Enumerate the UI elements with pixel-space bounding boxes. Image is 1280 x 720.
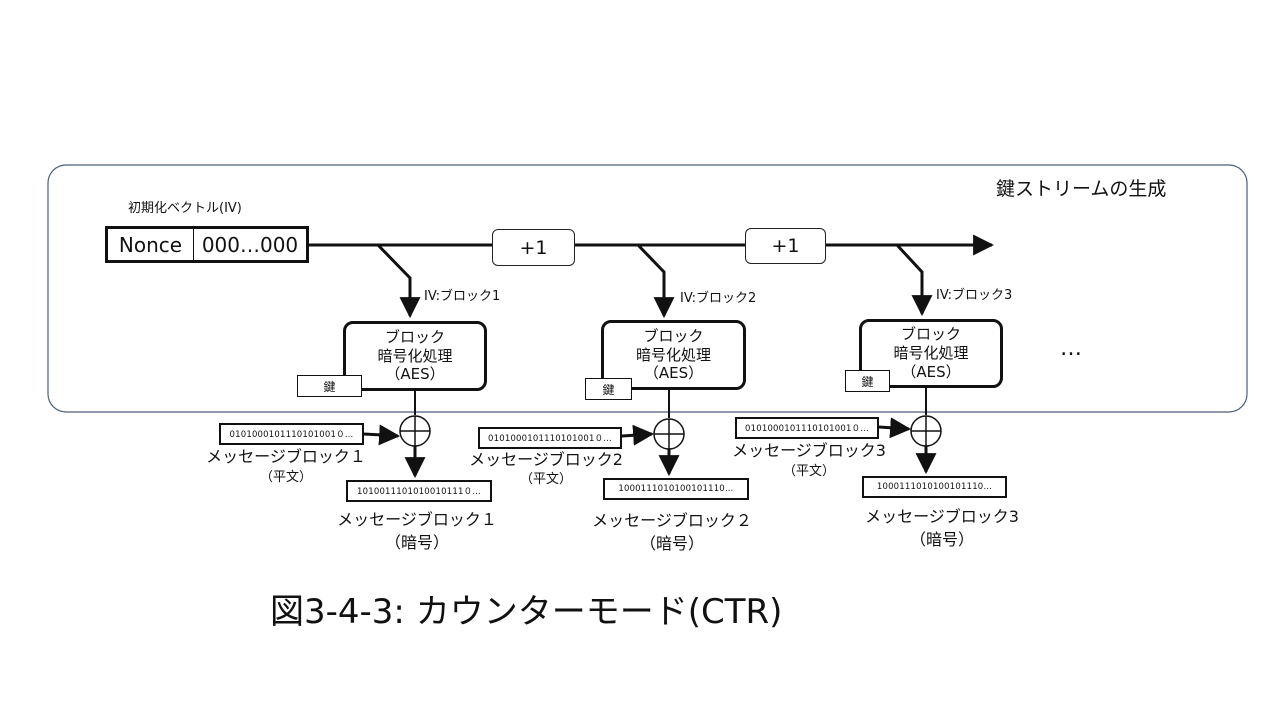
ciphertext-label-3: メッセージブロック3 <box>865 507 1019 526</box>
counter-field: 000…000 <box>201 232 299 257</box>
keystream-label: 鍵ストリームの生成 <box>996 178 1167 200</box>
ciphertext-bits-3: 1000111010100101110… <box>862 476 1007 498</box>
aes-line-2: 暗号化処理 <box>377 346 453 365</box>
plaintext-label-3: メッセージブロック3 <box>732 441 886 460</box>
figure-caption: 図3-4-3: カウンターモード(CTR) <box>270 592 783 632</box>
aes-line-3: （AES） <box>385 365 445 384</box>
ciphertext-label-2: メッセージブロック２ <box>592 511 752 530</box>
plaintext-label-1: メッセージブロック１ <box>206 447 366 466</box>
iv-block-label-1: IV:ブロック1 <box>424 289 501 304</box>
key-box-2: 鍵 <box>585 378 632 400</box>
iv-branch-2 <box>636 243 675 319</box>
aes-line-2: 暗号化処理 <box>893 344 969 363</box>
increment-box-2: +1 <box>745 228 826 264</box>
iv-branch-1 <box>376 243 421 319</box>
ciphertext-sub-1: （暗号） <box>384 533 449 552</box>
aes-line-1: ブロック <box>643 326 704 345</box>
ciphertext-sub-3: （暗号） <box>909 530 974 549</box>
plaintext-bits-3: 0101000101110101001０… <box>735 417 879 439</box>
aes-block-1: ブロック 暗号化処理 （AES） <box>343 321 487 391</box>
key-box-3: 鍵 <box>845 370 890 392</box>
iv-branch-3 <box>895 243 933 317</box>
ciphertext-label-1: メッセージブロック１ <box>337 510 497 529</box>
iv-label: 初期化ベクトル(IV) <box>128 201 242 216</box>
plaintext-bits-1: 0101000101110101001０… <box>219 423 364 445</box>
plaintext-label-2: メッセージブロック2 <box>469 450 623 469</box>
ciphertext-bits-2: 1000111010100101110… <box>603 478 749 500</box>
aes-line-2: 暗号化処理 <box>635 345 711 364</box>
iv-box: Nonce 000…000 <box>105 226 309 263</box>
xor-1 <box>399 415 431 447</box>
continuation-ellipsis: … <box>1060 336 1084 361</box>
key-box-1: 鍵 <box>297 375 362 397</box>
xor-2 <box>653 418 685 450</box>
aes-line-3: （AES） <box>643 364 704 383</box>
ciphertext-bits-1: 1010011101010010111０… <box>346 480 492 502</box>
aes-line-1: ブロック <box>900 325 961 344</box>
aes-line-1: ブロック <box>384 327 445 346</box>
iv-block-label-3: IV:ブロック3 <box>936 288 1013 303</box>
nonce-field: Nonce <box>108 229 194 260</box>
increment-box-1: +1 <box>492 229 575 266</box>
iv-block-label-2: IV:ブロック2 <box>680 291 757 306</box>
aes-line-3: （AES） <box>901 362 961 381</box>
plaintext-bits-2: 0101000101110101001０… <box>478 427 622 449</box>
ciphertext-sub-2: （暗号） <box>639 534 704 553</box>
xor-3 <box>910 415 942 447</box>
